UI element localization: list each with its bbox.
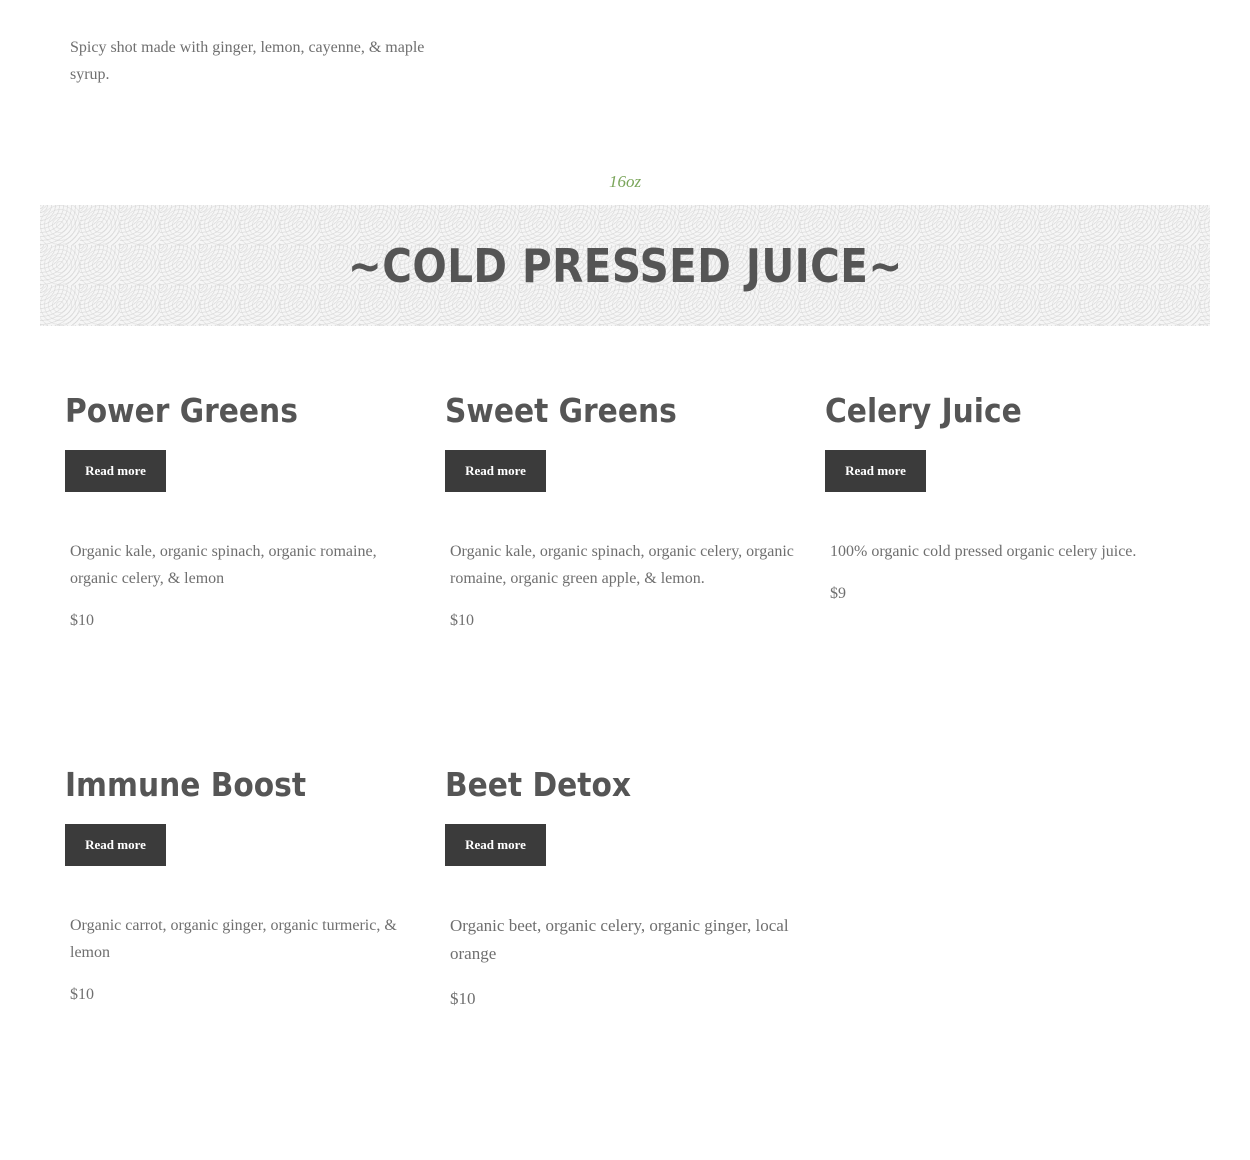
menu-item-sweet-greens: Sweet Greens Read more Organic kale, org…: [445, 391, 805, 630]
menu-item-title: Beet Detox: [445, 765, 632, 804]
menu-item-power-greens: Power Greens Read more Organic kale, org…: [65, 391, 425, 630]
menu-item-price: $10: [70, 986, 94, 1003]
read-more-button[interactable]: Read more: [445, 824, 546, 866]
read-more-button[interactable]: Read more: [65, 824, 166, 866]
menu-item-price: $10: [450, 989, 476, 1008]
read-more-button[interactable]: Read more: [445, 450, 546, 492]
menu-item-description: Organic kale, organic spinach, organic c…: [450, 543, 794, 587]
menu-item-immune-boost: Immune Boost Read more Organic carrot, o…: [65, 765, 425, 1004]
menu-item-title: Power Greens: [65, 391, 298, 430]
read-more-button[interactable]: Read more: [825, 450, 926, 492]
menu-item-title: Sweet Greens: [445, 391, 677, 430]
menu-item-description: 100% organic cold pressed organic celery…: [830, 543, 1137, 560]
menu-item-price: $9: [830, 585, 846, 602]
section-title: ~COLD PRESSED JUICE~: [347, 238, 903, 293]
size-label: 16oz: [608, 172, 642, 191]
menu-item-beet-detox: Beet Detox Read more Organic beet, organ…: [445, 765, 805, 1009]
top-item-description: Spicy shot made with ginger, lemon, caye…: [70, 39, 425, 83]
menu-item-celery-juice: Celery Juice Read more 100% organic cold…: [825, 391, 1185, 603]
read-more-button[interactable]: Read more: [65, 450, 166, 492]
menu-item-title: Immune Boost: [65, 765, 307, 804]
section-banner: ~COLD PRESSED JUICE~: [40, 205, 1210, 326]
menu-item-description: Organic beet, organic celery, organic gi…: [450, 916, 789, 963]
menu-item-price: $10: [450, 612, 474, 629]
menu-item-price: $10: [70, 612, 94, 629]
menu-item-title: Celery Juice: [825, 391, 1022, 430]
menu-item-description: Organic carrot, organic ginger, organic …: [70, 917, 397, 961]
menu-item-description: Organic kale, organic spinach, organic r…: [70, 543, 377, 587]
